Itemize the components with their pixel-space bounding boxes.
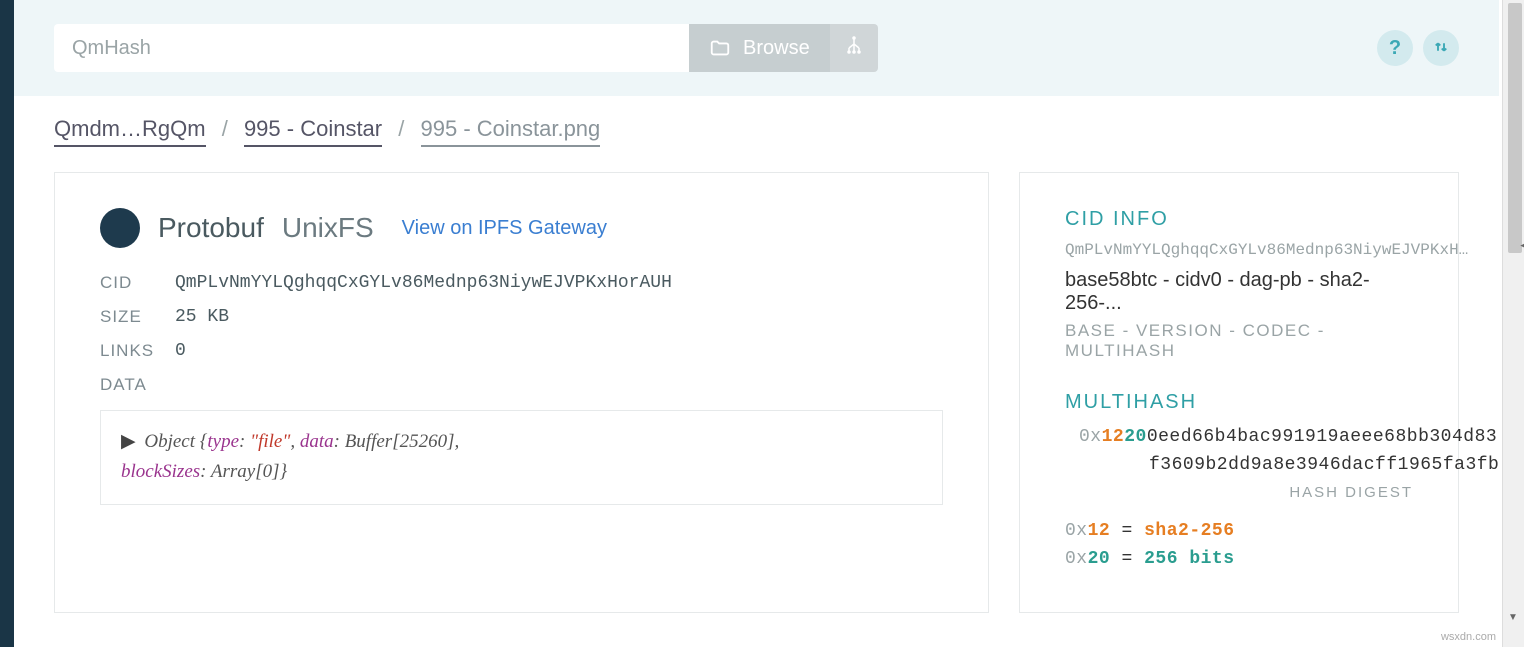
node-codec: Protobuf: [158, 212, 264, 244]
transfer-icon: [1432, 38, 1450, 59]
obj-key-blocksizes: blockSizes: [121, 461, 200, 482]
meta-label-size: SIZE: [100, 307, 175, 327]
node-format: UnixFS: [282, 212, 374, 244]
watermark: wsxdn.com: [1441, 631, 1496, 643]
obj-val-data: Buffer[25260]: [345, 431, 455, 452]
node-type-dot-icon: [100, 208, 140, 248]
hash-search-input[interactable]: [54, 24, 689, 72]
transfer-button[interactable]: [1423, 30, 1459, 66]
cid-truncated: QmPLvNmYYLQghqqCxGYLv86Mednp63NiywEJVPKx…: [1065, 241, 1413, 259]
help-icon: ?: [1389, 37, 1401, 60]
cid-part-labels: BASE - VERSION - CODEC - MULTIHASH: [1065, 321, 1413, 361]
multihash-legend: 0x12 = sha2-256 0x20 = 256 bits: [1065, 521, 1413, 569]
obj-val-blocksizes: Array[0]: [211, 461, 280, 482]
browse-button[interactable]: Browse: [689, 24, 830, 72]
cid-human: base58btc - cidv0 - dag-pb - sha2-256-..…: [1065, 269, 1413, 315]
scroll-thumb[interactable]: [1508, 3, 1522, 253]
scroll-down-icon[interactable]: ▼: [1502, 607, 1524, 627]
help-button[interactable]: ?: [1377, 30, 1413, 66]
tree-toggle-button[interactable]: [830, 24, 878, 72]
meta-label-links: LINKS: [100, 341, 175, 361]
obj-key-data: data: [300, 431, 334, 452]
multihash-hex: 0x12200eed66b4bac991919aeee68bb304d83 f3…: [1065, 424, 1413, 480]
obj-key-type: type: [207, 431, 239, 452]
obj-val-type: "file": [250, 431, 290, 452]
breadcrumb-current: 995 - Coinstar.png: [421, 116, 601, 147]
hash-digest-label: HASH DIGEST: [1065, 484, 1413, 501]
meta-label-data: DATA: [100, 375, 175, 395]
multihash-title: MULTIHASH: [1065, 391, 1413, 414]
breadcrumb-separator: /: [222, 116, 228, 141]
obj-prefix: Object {: [144, 431, 207, 452]
top-bar: Browse ?: [14, 0, 1499, 96]
node-detail-card: Protobuf UnixFS View on IPFS Gateway CID…: [54, 172, 989, 613]
breadcrumbs: Qmdm…RgQm / 995 - Coinstar / 995 - Coins…: [14, 96, 1499, 152]
vertical-scrollbar[interactable]: ▲ ▼: [1502, 0, 1524, 647]
meta-value-size: 25 KB: [175, 307, 943, 327]
search-group: Browse: [54, 24, 878, 72]
breadcrumb-item[interactable]: Qmdm…RgQm: [54, 116, 206, 147]
cid-info-card: CID INFO QmPLvNmYYLQghqqCxGYLv86Mednp63N…: [1019, 172, 1459, 613]
expand-triangle-icon[interactable]: ▶: [121, 431, 136, 452]
cid-info-title: CID INFO: [1065, 208, 1413, 231]
breadcrumb-separator: /: [398, 116, 404, 141]
view-gateway-link[interactable]: View on IPFS Gateway: [402, 217, 607, 240]
resize-handle-icon[interactable]: ◄►: [1518, 238, 1524, 254]
folder-icon: [709, 37, 731, 59]
browse-label: Browse: [743, 37, 810, 60]
tree-icon: [842, 35, 866, 62]
top-right-actions: ?: [1377, 30, 1459, 66]
breadcrumb-item[interactable]: 995 - Coinstar: [244, 116, 382, 147]
data-object-box: ▶ Object {type: "file", data: Buffer[252…: [100, 410, 943, 505]
left-accent-bar: [0, 0, 14, 647]
meta-label-cid: CID: [100, 273, 175, 293]
meta-value-cid: QmPLvNmYYLQghqqCxGYLv86Mednp63NiywEJVPKx…: [175, 273, 943, 293]
meta-value-links: 0: [175, 341, 943, 361]
